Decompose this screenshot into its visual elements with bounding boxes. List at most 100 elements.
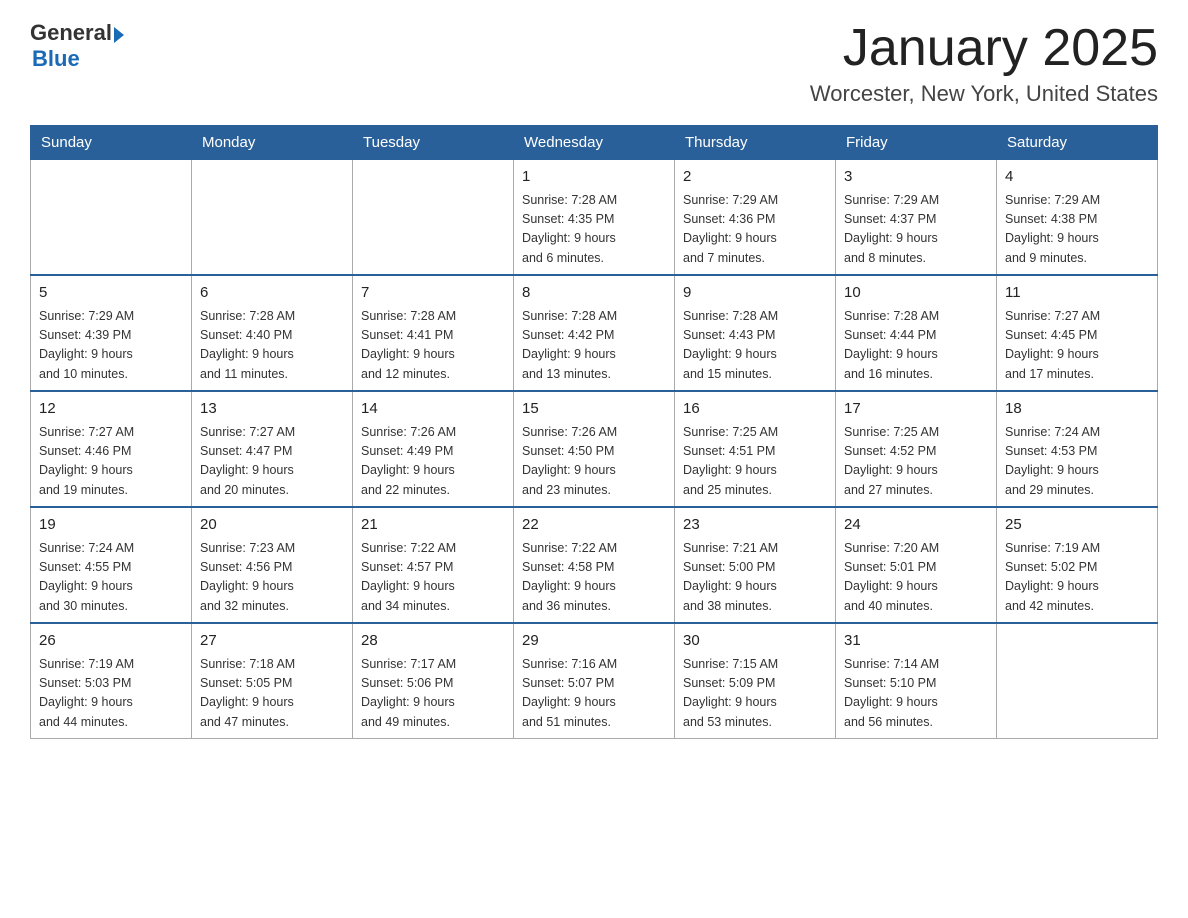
day-number: 31: [844, 630, 988, 653]
day-number: 20: [200, 514, 344, 537]
day-of-week-header: Wednesday: [514, 126, 675, 160]
calendar-day-cell: [31, 160, 192, 276]
logo-blue-text: Blue: [30, 46, 124, 72]
day-number: 8: [522, 282, 666, 305]
day-info: Sunrise: 7:24 AMSunset: 4:55 PMDaylight:…: [39, 539, 183, 617]
day-info: Sunrise: 7:25 AMSunset: 4:51 PMDaylight:…: [683, 423, 827, 501]
calendar-week-row: 26Sunrise: 7:19 AMSunset: 5:03 PMDayligh…: [31, 623, 1158, 739]
day-number: 3: [844, 166, 988, 189]
day-number: 5: [39, 282, 183, 305]
day-info: Sunrise: 7:16 AMSunset: 5:07 PMDaylight:…: [522, 655, 666, 733]
day-of-week-header: Sunday: [31, 126, 192, 160]
day-info: Sunrise: 7:25 AMSunset: 4:52 PMDaylight:…: [844, 423, 988, 501]
day-number: 12: [39, 398, 183, 421]
logo-arrow-icon: [114, 27, 124, 43]
calendar-day-cell: [192, 160, 353, 276]
day-info: Sunrise: 7:19 AMSunset: 5:03 PMDaylight:…: [39, 655, 183, 733]
day-number: 30: [683, 630, 827, 653]
calendar-header-row: SundayMondayTuesdayWednesdayThursdayFrid…: [31, 126, 1158, 160]
day-number: 25: [1005, 514, 1149, 537]
calendar-day-cell: 30Sunrise: 7:15 AMSunset: 5:09 PMDayligh…: [675, 623, 836, 739]
day-info: Sunrise: 7:27 AMSunset: 4:46 PMDaylight:…: [39, 423, 183, 501]
calendar-week-row: 5Sunrise: 7:29 AMSunset: 4:39 PMDaylight…: [31, 275, 1158, 391]
day-info: Sunrise: 7:15 AMSunset: 5:09 PMDaylight:…: [683, 655, 827, 733]
logo-general-text: General: [30, 20, 112, 46]
day-info: Sunrise: 7:28 AMSunset: 4:40 PMDaylight:…: [200, 307, 344, 385]
day-of-week-header: Saturday: [997, 126, 1158, 160]
day-number: 19: [39, 514, 183, 537]
calendar-day-cell: 15Sunrise: 7:26 AMSunset: 4:50 PMDayligh…: [514, 391, 675, 507]
calendar-day-cell: 12Sunrise: 7:27 AMSunset: 4:46 PMDayligh…: [31, 391, 192, 507]
day-info: Sunrise: 7:29 AMSunset: 4:38 PMDaylight:…: [1005, 191, 1149, 269]
calendar-day-cell: 13Sunrise: 7:27 AMSunset: 4:47 PMDayligh…: [192, 391, 353, 507]
calendar-day-cell: 27Sunrise: 7:18 AMSunset: 5:05 PMDayligh…: [192, 623, 353, 739]
day-of-week-header: Monday: [192, 126, 353, 160]
location-subtitle: Worcester, New York, United States: [810, 81, 1158, 107]
calendar-day-cell: [997, 623, 1158, 739]
calendar-day-cell: 6Sunrise: 7:28 AMSunset: 4:40 PMDaylight…: [192, 275, 353, 391]
day-number: 27: [200, 630, 344, 653]
calendar-day-cell: 24Sunrise: 7:20 AMSunset: 5:01 PMDayligh…: [836, 507, 997, 623]
day-number: 28: [361, 630, 505, 653]
calendar-day-cell: 26Sunrise: 7:19 AMSunset: 5:03 PMDayligh…: [31, 623, 192, 739]
calendar-week-row: 12Sunrise: 7:27 AMSunset: 4:46 PMDayligh…: [31, 391, 1158, 507]
calendar-day-cell: 20Sunrise: 7:23 AMSunset: 4:56 PMDayligh…: [192, 507, 353, 623]
day-info: Sunrise: 7:26 AMSunset: 4:50 PMDaylight:…: [522, 423, 666, 501]
page-header: General Blue January 2025 Worcester, New…: [30, 20, 1158, 107]
day-number: 1: [522, 166, 666, 189]
calendar-day-cell: 28Sunrise: 7:17 AMSunset: 5:06 PMDayligh…: [353, 623, 514, 739]
calendar-day-cell: 18Sunrise: 7:24 AMSunset: 4:53 PMDayligh…: [997, 391, 1158, 507]
day-number: 23: [683, 514, 827, 537]
day-info: Sunrise: 7:28 AMSunset: 4:35 PMDaylight:…: [522, 191, 666, 269]
day-info: Sunrise: 7:28 AMSunset: 4:44 PMDaylight:…: [844, 307, 988, 385]
calendar-day-cell: 8Sunrise: 7:28 AMSunset: 4:42 PMDaylight…: [514, 275, 675, 391]
day-number: 9: [683, 282, 827, 305]
title-block: January 2025 Worcester, New York, United…: [810, 20, 1158, 107]
day-info: Sunrise: 7:23 AMSunset: 4:56 PMDaylight:…: [200, 539, 344, 617]
day-info: Sunrise: 7:22 AMSunset: 4:57 PMDaylight:…: [361, 539, 505, 617]
day-info: Sunrise: 7:21 AMSunset: 5:00 PMDaylight:…: [683, 539, 827, 617]
calendar-day-cell: 11Sunrise: 7:27 AMSunset: 4:45 PMDayligh…: [997, 275, 1158, 391]
calendar-day-cell: 19Sunrise: 7:24 AMSunset: 4:55 PMDayligh…: [31, 507, 192, 623]
day-info: Sunrise: 7:17 AMSunset: 5:06 PMDaylight:…: [361, 655, 505, 733]
day-info: Sunrise: 7:27 AMSunset: 4:47 PMDaylight:…: [200, 423, 344, 501]
calendar-day-cell: 16Sunrise: 7:25 AMSunset: 4:51 PMDayligh…: [675, 391, 836, 507]
day-info: Sunrise: 7:29 AMSunset: 4:39 PMDaylight:…: [39, 307, 183, 385]
day-info: Sunrise: 7:29 AMSunset: 4:37 PMDaylight:…: [844, 191, 988, 269]
day-info: Sunrise: 7:26 AMSunset: 4:49 PMDaylight:…: [361, 423, 505, 501]
day-number: 17: [844, 398, 988, 421]
calendar-day-cell: 22Sunrise: 7:22 AMSunset: 4:58 PMDayligh…: [514, 507, 675, 623]
day-number: 14: [361, 398, 505, 421]
day-of-week-header: Thursday: [675, 126, 836, 160]
calendar-day-cell: 5Sunrise: 7:29 AMSunset: 4:39 PMDaylight…: [31, 275, 192, 391]
day-info: Sunrise: 7:20 AMSunset: 5:01 PMDaylight:…: [844, 539, 988, 617]
calendar-day-cell: 29Sunrise: 7:16 AMSunset: 5:07 PMDayligh…: [514, 623, 675, 739]
day-number: 13: [200, 398, 344, 421]
day-number: 10: [844, 282, 988, 305]
day-number: 4: [1005, 166, 1149, 189]
calendar-day-cell: 14Sunrise: 7:26 AMSunset: 4:49 PMDayligh…: [353, 391, 514, 507]
day-info: Sunrise: 7:19 AMSunset: 5:02 PMDaylight:…: [1005, 539, 1149, 617]
day-number: 26: [39, 630, 183, 653]
day-info: Sunrise: 7:14 AMSunset: 5:10 PMDaylight:…: [844, 655, 988, 733]
day-number: 11: [1005, 282, 1149, 305]
calendar-day-cell: 1Sunrise: 7:28 AMSunset: 4:35 PMDaylight…: [514, 160, 675, 276]
day-number: 21: [361, 514, 505, 537]
calendar-day-cell: 17Sunrise: 7:25 AMSunset: 4:52 PMDayligh…: [836, 391, 997, 507]
day-number: 18: [1005, 398, 1149, 421]
day-info: Sunrise: 7:28 AMSunset: 4:43 PMDaylight:…: [683, 307, 827, 385]
calendar-table: SundayMondayTuesdayWednesdayThursdayFrid…: [30, 125, 1158, 739]
day-number: 24: [844, 514, 988, 537]
calendar-week-row: 1Sunrise: 7:28 AMSunset: 4:35 PMDaylight…: [31, 160, 1158, 276]
calendar-day-cell: 23Sunrise: 7:21 AMSunset: 5:00 PMDayligh…: [675, 507, 836, 623]
day-info: Sunrise: 7:18 AMSunset: 5:05 PMDaylight:…: [200, 655, 344, 733]
calendar-day-cell: 21Sunrise: 7:22 AMSunset: 4:57 PMDayligh…: [353, 507, 514, 623]
calendar-day-cell: 7Sunrise: 7:28 AMSunset: 4:41 PMDaylight…: [353, 275, 514, 391]
day-info: Sunrise: 7:27 AMSunset: 4:45 PMDaylight:…: [1005, 307, 1149, 385]
day-info: Sunrise: 7:28 AMSunset: 4:42 PMDaylight:…: [522, 307, 666, 385]
day-number: 7: [361, 282, 505, 305]
logo: General Blue: [30, 20, 124, 72]
day-info: Sunrise: 7:24 AMSunset: 4:53 PMDaylight:…: [1005, 423, 1149, 501]
day-number: 15: [522, 398, 666, 421]
calendar-day-cell: 2Sunrise: 7:29 AMSunset: 4:36 PMDaylight…: [675, 160, 836, 276]
